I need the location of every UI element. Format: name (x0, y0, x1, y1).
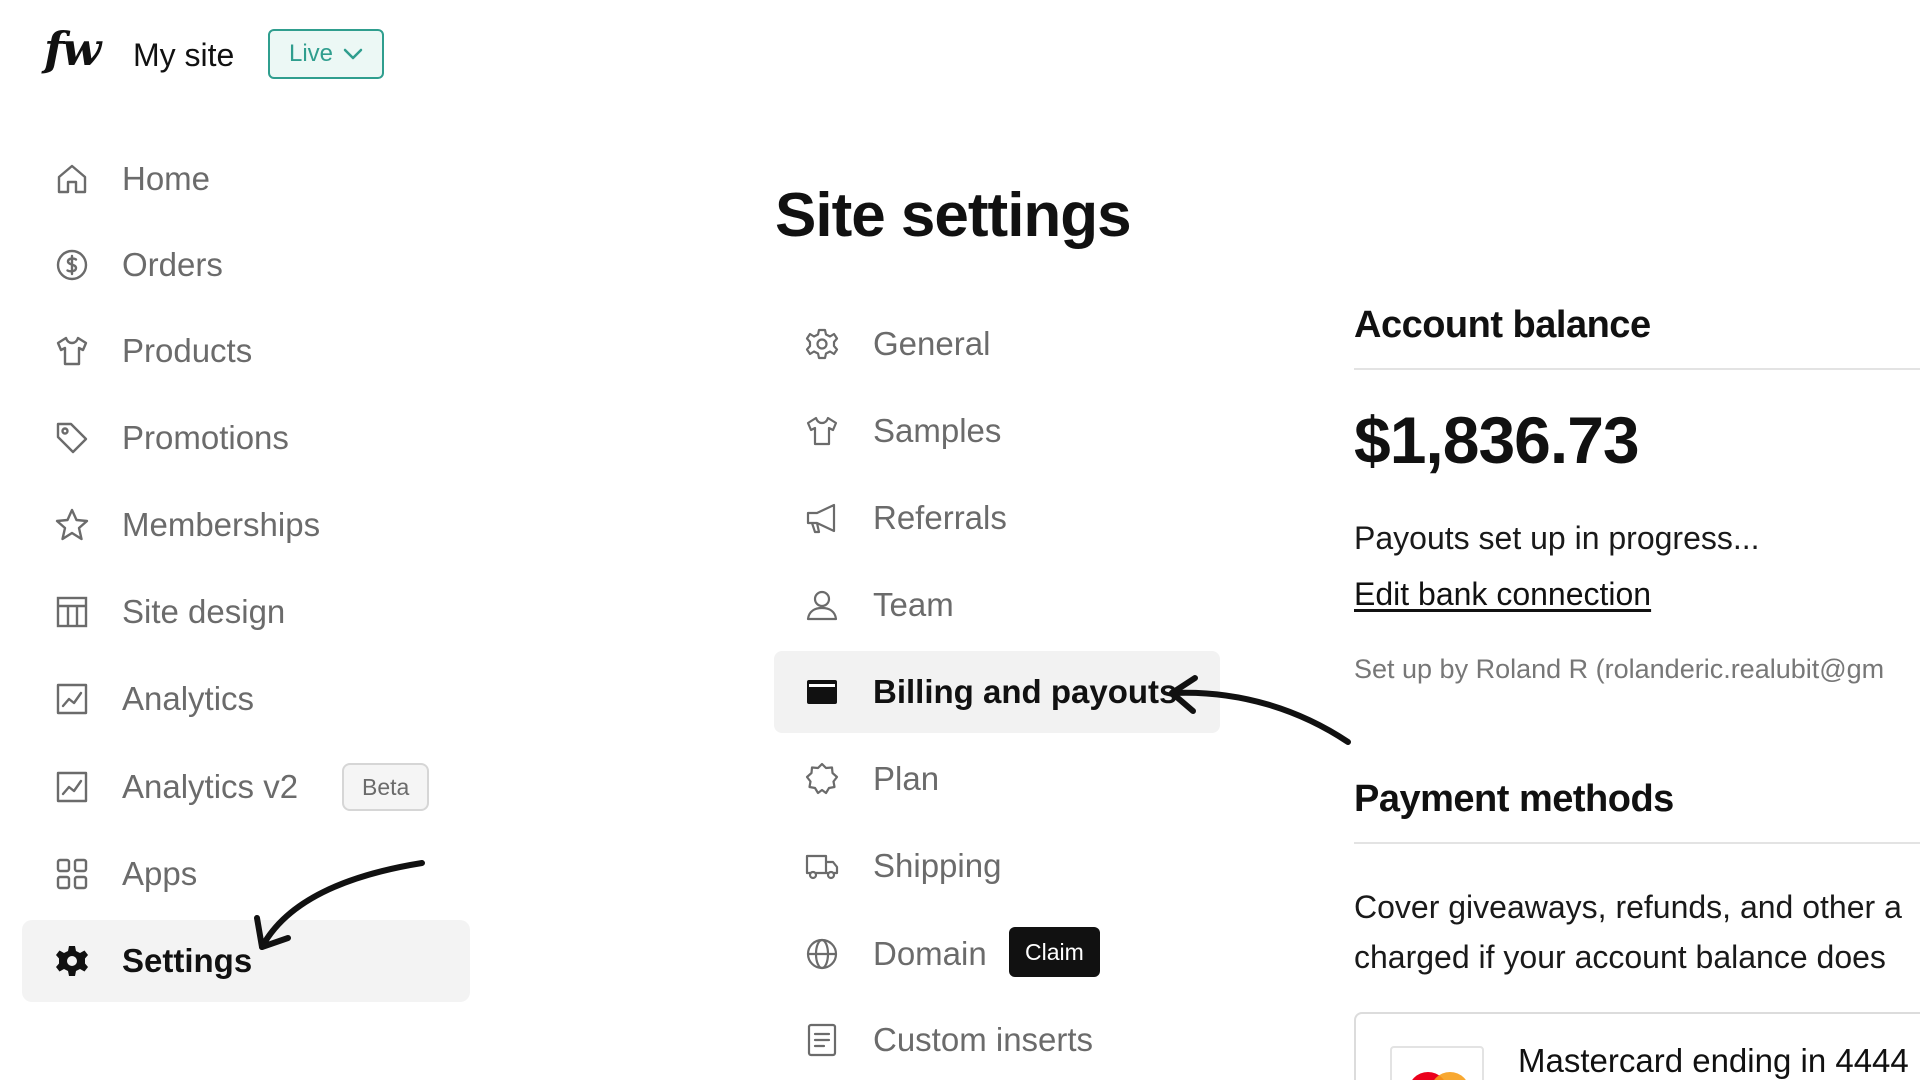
arrow-to-billing-icon (1169, 675, 1351, 745)
